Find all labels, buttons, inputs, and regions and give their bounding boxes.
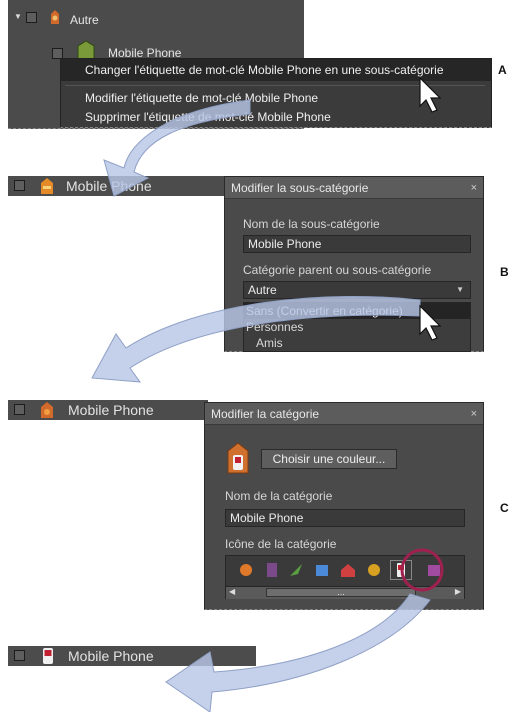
person-icon[interactable]: [238, 562, 254, 578]
chevron-down-icon: ▼: [456, 285, 464, 294]
category-name-field[interactable]: Mobile Phone: [225, 509, 465, 527]
edit-subcategory-dialog: Modifier la sous-catégorie × Nom de la s…: [224, 176, 484, 352]
dialog-title-text-c: Modifier la catégorie: [211, 407, 320, 421]
subcategory-tag-icon: [41, 178, 53, 194]
parent-category-select[interactable]: Autre ▼: [243, 281, 471, 299]
scroll-grip: ...: [337, 587, 345, 597]
tag-checkbox-c[interactable]: [14, 404, 25, 415]
close-icon-c[interactable]: ×: [471, 403, 477, 425]
scroll-left-icon[interactable]: ◀: [229, 587, 235, 596]
tag-checkbox-b[interactable]: [14, 180, 25, 191]
tag-label-c: Mobile Phone: [68, 402, 154, 418]
scroll-thumb[interactable]: ...: [266, 588, 416, 597]
dialog-title-c: Modifier la catégorie ×: [205, 403, 483, 425]
icon-picker: ◀ ... ▶: [225, 555, 465, 599]
subcategory-name-label: Nom de la sous-catégorie: [243, 217, 380, 231]
category-preview-icon: [227, 442, 249, 474]
menu-item-delete-keyword[interactable]: Supprimer l'étiquette de mot-clé Mobile …: [85, 110, 331, 124]
option-friends[interactable]: Amis: [256, 336, 283, 350]
mobile-phone-icon: [397, 563, 405, 577]
callout-a: A: [498, 63, 507, 77]
option-none[interactable]: Sans (Convertir en catégorie): [246, 304, 403, 318]
cube-icon[interactable]: [314, 562, 330, 578]
category-name-label: Nom de la catégorie: [225, 489, 333, 503]
callout-c: C: [500, 501, 509, 515]
parent-category-label: Catégorie parent ou sous-catégorie: [243, 263, 432, 277]
menu-separator: [65, 85, 485, 86]
tag-label-b: Mobile Phone: [66, 178, 152, 194]
tree-parent-checkbox[interactable]: [26, 12, 37, 23]
category-tag-icon-c: [41, 402, 53, 418]
context-menu: Changer l'étiquette de mot-clé Mobile Ph…: [60, 58, 492, 128]
edit-category-dialog: Modifier la catégorie × Choisir une coul…: [204, 402, 484, 610]
gift-icon[interactable]: [426, 562, 442, 578]
tag-label-d: Mobile Phone: [68, 648, 154, 664]
menu-item-edit-keyword[interactable]: Modifier l'étiquette de mot-clé Mobile P…: [85, 91, 318, 105]
category-tag-icon: [51, 10, 59, 24]
menu-item-convert-subcategory[interactable]: Changer l'étiquette de mot-clé Mobile Ph…: [85, 63, 444, 77]
tree-parent-label[interactable]: Autre: [70, 13, 99, 27]
bird-icon[interactable]: [288, 562, 304, 578]
subcategory-name-field[interactable]: Mobile Phone: [243, 235, 471, 253]
document-icon[interactable]: [264, 562, 280, 578]
callout-b: B: [500, 265, 509, 279]
mobile-phone-tag-icon: [43, 648, 53, 664]
dialog-title-b: Modifier la sous-catégorie ×: [225, 177, 483, 199]
close-icon[interactable]: ×: [471, 177, 477, 199]
parent-category-value: Autre: [248, 283, 277, 297]
choose-color-button[interactable]: Choisir une couleur...: [261, 449, 397, 469]
expand-triangle-icon[interactable]: ▼: [14, 12, 22, 21]
dialog-title-text-b: Modifier la sous-catégorie: [231, 181, 369, 195]
option-people[interactable]: Personnes: [246, 320, 303, 334]
star-icon[interactable]: [366, 562, 382, 578]
selected-icon-frame[interactable]: [390, 560, 412, 580]
choose-color-label: Choisir une couleur...: [272, 452, 386, 466]
icon-scrollbar[interactable]: ◀ ... ▶: [226, 586, 464, 599]
category-icon-label: Icône de la catégorie: [225, 537, 337, 551]
house-icon[interactable]: [340, 562, 356, 578]
parent-options-list: Sans (Convertir en catégorie) Personnes …: [243, 302, 471, 352]
scroll-right-icon[interactable]: ▶: [455, 587, 461, 596]
tag-checkbox-d[interactable]: [14, 650, 25, 661]
